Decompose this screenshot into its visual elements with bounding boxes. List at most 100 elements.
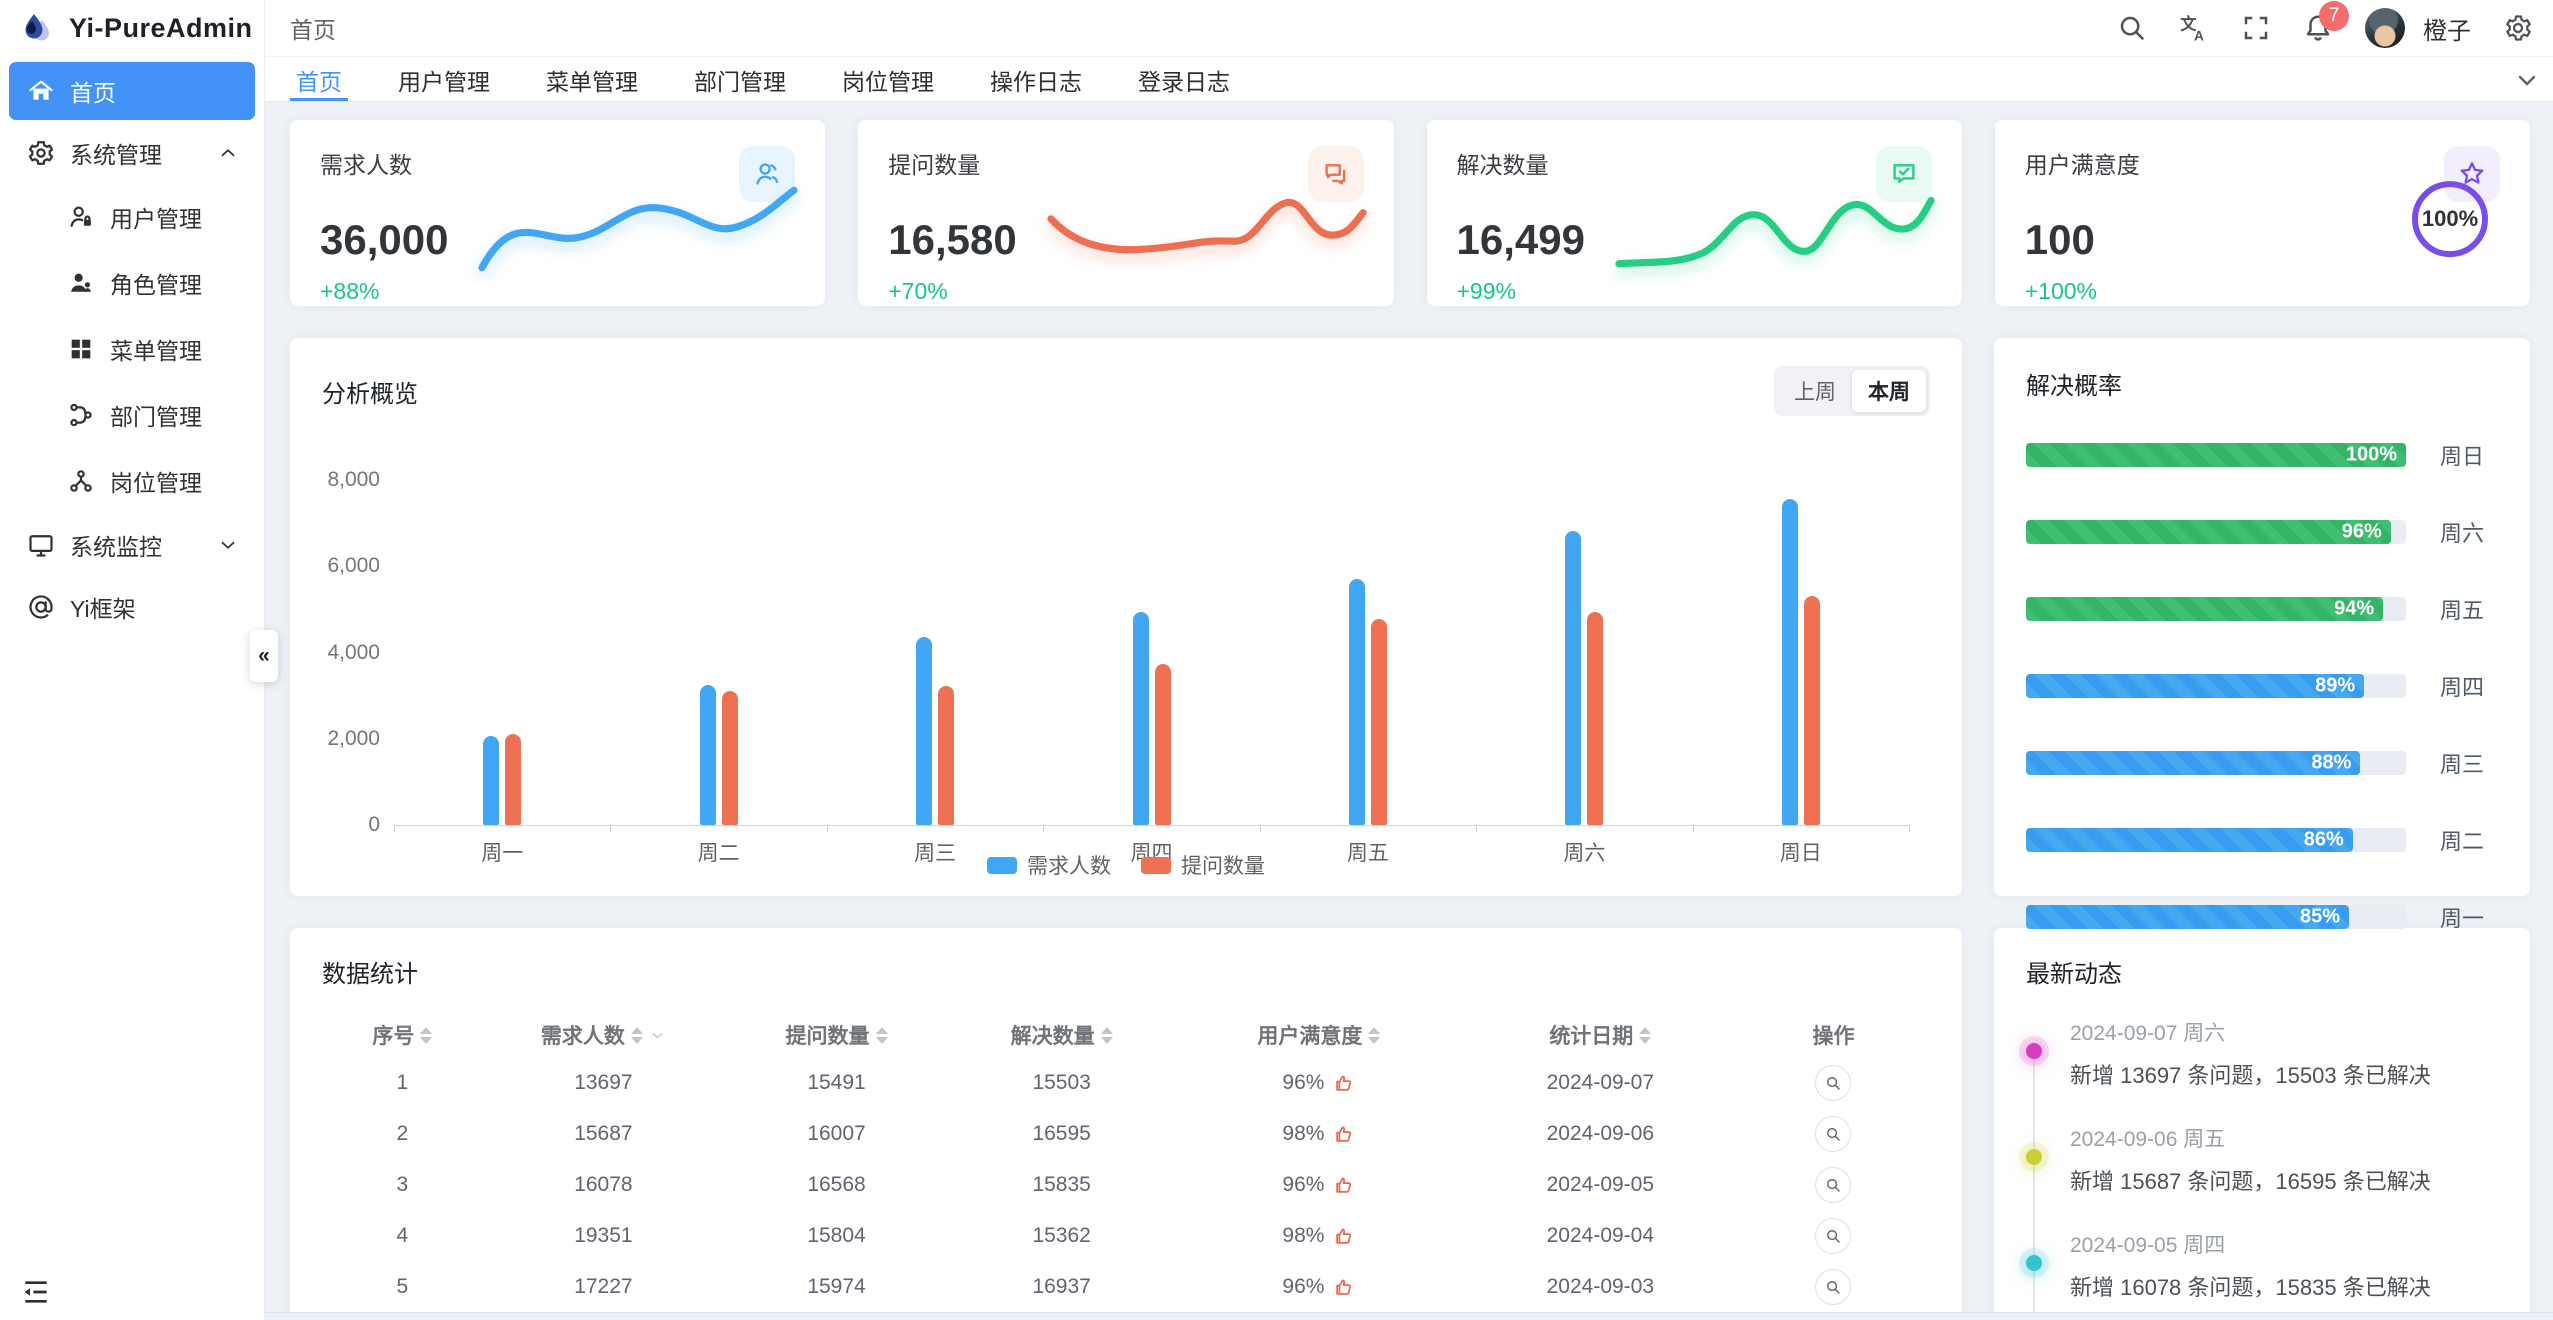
logo-row[interactable]: Yi-PureAdmin xyxy=(0,0,264,57)
sort-carets-icon[interactable] xyxy=(631,1027,643,1044)
sidebar-item-label: Yi框架 xyxy=(70,590,136,624)
sidebar-collapse-button[interactable]: « xyxy=(250,630,278,682)
tab-岗位管理[interactable]: 岗位管理 xyxy=(836,58,940,101)
bar-提问数量-周五 xyxy=(1371,619,1387,825)
progress-fill: 88% xyxy=(2026,751,2360,775)
cell-solved: 15362 xyxy=(949,1224,1174,1248)
solve-row-周日: 100% 周日 xyxy=(2026,439,2498,471)
sidebar-item-label: 用户管理 xyxy=(110,200,202,234)
column-label: 解决数量 xyxy=(1011,1020,1095,1050)
x-axis-tick xyxy=(1043,825,1044,832)
translate-icon[interactable]: 文 A xyxy=(2179,13,2209,43)
tab-登录日志[interactable]: 登录日志 xyxy=(1132,58,1236,101)
settings-gear-icon[interactable] xyxy=(2503,13,2533,43)
this-week-button[interactable]: 本周 xyxy=(1852,370,1926,412)
sidebar-item-首页[interactable]: 首页 xyxy=(9,62,255,120)
view-detail-button[interactable] xyxy=(1815,1065,1851,1101)
progress-label: 周四 xyxy=(2440,670,2498,702)
column-label: 序号 xyxy=(372,1020,414,1050)
chevron-up-icon xyxy=(217,142,239,164)
search-icon[interactable] xyxy=(2117,13,2147,43)
cell-date: 2024-09-04 xyxy=(1464,1224,1737,1248)
tab-部门管理[interactable]: 部门管理 xyxy=(688,58,792,101)
column-header-操作: 操作 xyxy=(1737,1020,1930,1050)
solve-rows: 100% 周日 96% 周六 94% 周五 89% 周四 88% 周三 xyxy=(2026,439,2498,933)
sidebar-item-Yi框架[interactable]: Yi框架 xyxy=(9,578,255,636)
sidebar-item-用户管理[interactable]: 用户管理 xyxy=(9,186,255,248)
bar-提问数量-周日 xyxy=(1804,596,1820,825)
horizontal-scrollbar[interactable] xyxy=(0,1312,2553,1320)
sort-carets-icon[interactable] xyxy=(1101,1027,1113,1044)
progress-track: 96% xyxy=(2026,520,2406,544)
magnifier-icon xyxy=(1824,1125,1842,1143)
week-toggle: 上周 本周 xyxy=(1774,366,1930,416)
stat-delta: +99% xyxy=(1457,278,1932,305)
progress-fill: 85% xyxy=(2026,905,2349,929)
cell-asked: 16007 xyxy=(724,1122,949,1146)
bar-提问数量-周三 xyxy=(938,686,954,825)
legend-item-需求人数[interactable]: 需求人数 xyxy=(987,850,1111,880)
sort-carets-icon[interactable] xyxy=(1368,1027,1380,1044)
branch-icon xyxy=(67,401,95,429)
progress-label: 周三 xyxy=(2440,747,2498,779)
topbar: 首页 文 A 7 橙子 xyxy=(265,0,2553,57)
column-header-解决数量[interactable]: 解决数量 xyxy=(949,1020,1174,1050)
column-header-用户满意度[interactable]: 用户满意度 xyxy=(1174,1020,1463,1050)
sidebar-item-系统监控[interactable]: 系统监控 xyxy=(9,516,255,574)
magnifier-icon xyxy=(1824,1278,1842,1296)
tab-操作日志[interactable]: 操作日志 xyxy=(984,58,1088,101)
view-detail-button[interactable] xyxy=(1815,1116,1851,1152)
table-row: 5 17227 15974 16937 96% 2024-09-03 xyxy=(322,1261,1930,1312)
sort-carets-icon[interactable] xyxy=(420,1027,432,1044)
column-header-需求人数[interactable]: 需求人数 xyxy=(483,1020,724,1050)
tab-菜单管理[interactable]: 菜单管理 xyxy=(540,58,644,101)
sidebar-item-部门管理[interactable]: 部门管理 xyxy=(9,384,255,446)
timeline-text: 新增 13697 条问题，15503 条已解决 xyxy=(2070,1058,2498,1090)
timeline-entry: 2024-09-07 周六 新增 13697 条问题，15503 条已解决 xyxy=(2026,1017,2498,1090)
tabbar-chevron-down-icon[interactable] xyxy=(2515,68,2539,92)
cell-asked: 16568 xyxy=(724,1173,949,1197)
sidebar-item-系统管理[interactable]: 系统管理 xyxy=(9,124,255,182)
avatar[interactable] xyxy=(2365,8,2405,48)
view-detail-button[interactable] xyxy=(1815,1167,1851,1203)
filter-chevron-down-icon[interactable] xyxy=(649,1027,666,1044)
sidebar-item-label: 菜单管理 xyxy=(110,332,202,366)
solve-row-周五: 94% 周五 xyxy=(2026,593,2498,625)
sort-carets-icon[interactable] xyxy=(1639,1027,1651,1044)
last-week-button[interactable]: 上周 xyxy=(1778,370,1852,412)
cell-asked: 15491 xyxy=(724,1071,949,1095)
view-detail-button[interactable] xyxy=(1815,1269,1851,1305)
view-detail-button[interactable] xyxy=(1815,1218,1851,1254)
progress-fill: 94% xyxy=(2026,597,2383,621)
notifications-bell[interactable]: 7 xyxy=(2303,13,2333,43)
stat-title: 提问数量 xyxy=(888,146,980,180)
sidebar-fold-icon[interactable] xyxy=(20,1276,52,1308)
tabbar: 首页 用户管理 菜单管理 部门管理 岗位管理 操作日志 登录日志 xyxy=(265,58,2553,102)
stat-cards-row: 需求人数 36,000 +88% 提问数量 16,580 +70% 解决数量 1… xyxy=(290,120,2530,306)
progress-label: 周日 xyxy=(2440,439,2498,471)
sidebar-item-角色管理[interactable]: 角色管理 xyxy=(9,252,255,314)
column-header-序号[interactable]: 序号 xyxy=(322,1020,483,1050)
tab-首页[interactable]: 首页 xyxy=(290,58,348,101)
timeline-entry: 2024-09-05 周四 新增 16078 条问题，15835 条已解决 xyxy=(2026,1229,2498,1302)
stat-delta: +70% xyxy=(888,278,1363,305)
username[interactable]: 橙子 xyxy=(2423,11,2471,46)
sidebar-item-岗位管理[interactable]: 岗位管理 xyxy=(9,450,255,512)
column-header-统计日期[interactable]: 统计日期 xyxy=(1464,1020,1737,1050)
timeline-dot xyxy=(2026,1255,2042,1271)
cell-satisfaction: 96% xyxy=(1174,1275,1463,1299)
legend-item-提问数量[interactable]: 提问数量 xyxy=(1141,850,1265,880)
x-axis-tick xyxy=(394,825,395,832)
tab-用户管理[interactable]: 用户管理 xyxy=(392,58,496,101)
column-header-提问数量[interactable]: 提问数量 xyxy=(724,1020,949,1050)
thumb-up-icon xyxy=(1333,1123,1355,1145)
stat-card-提问数量: 提问数量 16,580 +70% xyxy=(858,120,1393,306)
cell-no: 1 xyxy=(322,1071,483,1095)
bar-提问数量-周二 xyxy=(722,691,738,825)
timeline-text: 新增 15687 条问题，16595 条已解决 xyxy=(2070,1164,2498,1196)
sort-carets-icon[interactable] xyxy=(876,1027,888,1044)
thumb-up-icon xyxy=(1333,1225,1355,1247)
svg-text:A: A xyxy=(2194,29,2204,44)
fullscreen-icon[interactable] xyxy=(2241,13,2271,43)
sidebar-item-菜单管理[interactable]: 菜单管理 xyxy=(9,318,255,380)
